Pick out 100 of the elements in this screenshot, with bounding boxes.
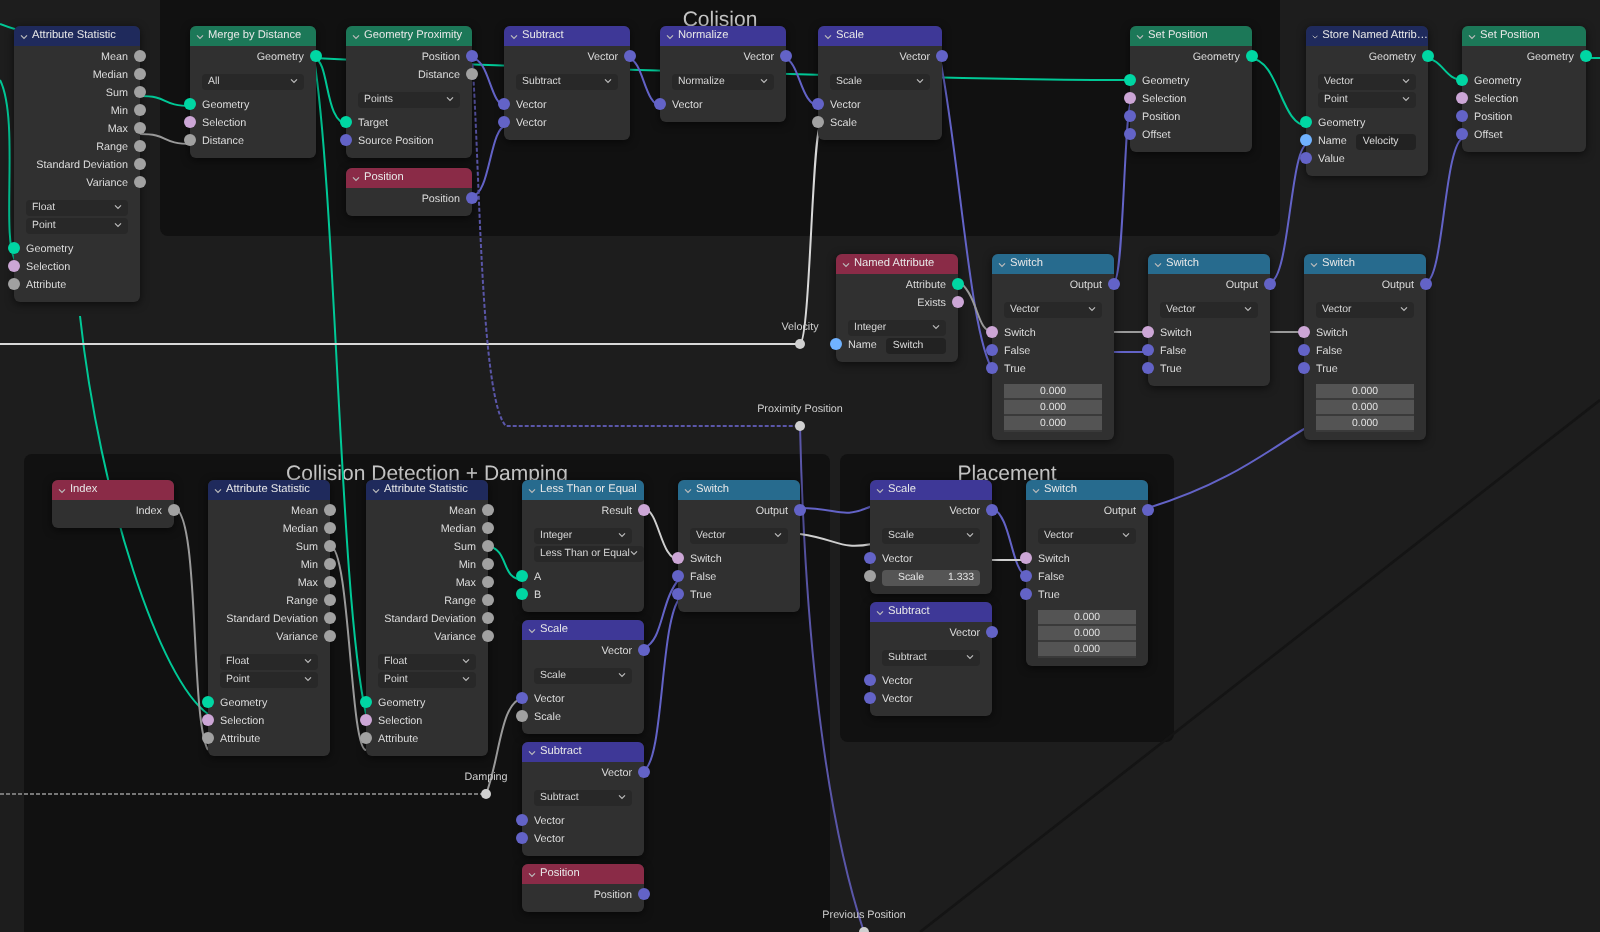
reroute-dot[interactable]	[795, 339, 805, 349]
output-socket[interactable]	[324, 630, 336, 642]
chevron-down-icon	[1400, 306, 1408, 312]
output-socket[interactable]	[168, 504, 180, 516]
chevron-down-icon	[618, 672, 626, 678]
input-socket[interactable]	[830, 338, 842, 350]
output-socket[interactable]	[952, 296, 964, 308]
chevron-down-icon	[966, 532, 974, 538]
output-socket[interactable]	[1422, 50, 1434, 62]
chevron-down-icon	[528, 487, 536, 493]
chevron-down-icon	[528, 627, 536, 633]
chevron-down-icon	[510, 33, 518, 39]
chevron-down-icon	[352, 175, 360, 181]
output-socket[interactable]	[134, 122, 146, 134]
output-socket[interactable]	[638, 504, 650, 516]
chevron-down-icon	[618, 532, 626, 538]
input-socket[interactable]	[986, 326, 998, 338]
output-socket[interactable]	[134, 176, 146, 188]
output-socket[interactable]	[134, 158, 146, 170]
output-socket[interactable]	[482, 522, 494, 534]
chevron-down-icon	[196, 33, 204, 39]
input-socket[interactable]	[986, 362, 998, 374]
reroute-dot[interactable]	[481, 789, 491, 799]
output-socket[interactable]	[482, 504, 494, 516]
output-socket[interactable]	[324, 540, 336, 552]
chevron-down-icon	[304, 676, 312, 682]
output-socket[interactable]	[482, 540, 494, 552]
chevron-down-icon	[114, 222, 122, 228]
chevron-down-icon	[304, 658, 312, 664]
chevron-down-icon	[290, 78, 298, 84]
input-socket[interactable]	[1142, 362, 1154, 374]
chevron-down-icon	[842, 261, 850, 267]
chevron-down-icon	[528, 871, 536, 877]
input-socket[interactable]	[1300, 152, 1312, 164]
output-socket[interactable]	[134, 50, 146, 62]
chevron-down-icon	[1032, 487, 1040, 493]
input-socket[interactable]	[1300, 116, 1312, 128]
chevron-down-icon	[774, 532, 782, 538]
chevron-down-icon	[1402, 78, 1410, 84]
input-socket[interactable]	[1456, 74, 1468, 86]
input-socket[interactable]	[1142, 326, 1154, 338]
output-socket[interactable]	[134, 68, 146, 80]
reroute-dot[interactable]	[795, 421, 805, 431]
output-socket[interactable]	[134, 86, 146, 98]
chevron-down-icon	[916, 78, 924, 84]
output-socket[interactable]	[310, 50, 322, 62]
output-socket[interactable]	[482, 576, 494, 588]
chevron-down-icon	[966, 654, 974, 660]
output-socket[interactable]	[324, 576, 336, 588]
chevron-down-icon	[932, 324, 940, 330]
chevron-down-icon	[876, 609, 884, 615]
input-socket[interactable]	[8, 260, 20, 272]
input-socket[interactable]	[986, 344, 998, 356]
output-socket[interactable]	[324, 558, 336, 570]
output-socket[interactable]	[324, 504, 336, 516]
chevron-down-icon	[1312, 33, 1319, 39]
chevron-down-icon	[604, 78, 612, 84]
chevron-down-icon	[1136, 33, 1144, 39]
chevron-down-icon	[1402, 96, 1410, 102]
output-socket[interactable]	[466, 68, 478, 80]
input-socket[interactable]	[1298, 344, 1310, 356]
input-socket[interactable]	[1456, 92, 1468, 104]
output-socket[interactable]	[482, 630, 494, 642]
input-socket[interactable]	[1456, 128, 1468, 140]
chevron-down-icon	[462, 658, 470, 664]
chevron-down-icon	[446, 96, 454, 102]
input-socket[interactable]	[1300, 134, 1312, 146]
input-socket[interactable]	[1298, 326, 1310, 338]
input-socket[interactable]	[1456, 110, 1468, 122]
output-socket[interactable]	[1580, 50, 1592, 62]
output-socket[interactable]	[952, 278, 964, 290]
chevron-down-icon	[214, 487, 222, 493]
chevron-down-icon	[1310, 261, 1318, 267]
input-socket[interactable]	[8, 278, 20, 290]
chevron-down-icon	[1122, 532, 1130, 538]
chevron-down-icon	[372, 487, 380, 493]
chevron-down-icon	[618, 794, 626, 800]
output-socket[interactable]	[134, 140, 146, 152]
output-socket[interactable]	[324, 594, 336, 606]
output-socket[interactable]	[1246, 50, 1258, 62]
input-socket[interactable]	[1142, 344, 1154, 356]
output-socket[interactable]	[324, 522, 336, 534]
chevron-down-icon	[760, 78, 768, 84]
output-socket[interactable]	[324, 612, 336, 624]
output-socket[interactable]	[134, 104, 146, 116]
output-socket[interactable]	[482, 558, 494, 570]
chevron-down-icon	[20, 33, 28, 39]
chevron-down-icon	[114, 204, 122, 210]
output-socket[interactable]	[482, 594, 494, 606]
chevron-down-icon	[824, 33, 832, 39]
chevron-down-icon	[528, 749, 536, 755]
chevron-down-icon	[1244, 306, 1252, 312]
input-socket[interactable]	[8, 242, 20, 254]
chevron-down-icon	[629, 550, 638, 556]
chevron-down-icon	[684, 487, 692, 493]
chevron-down-icon	[1154, 261, 1162, 267]
output-socket[interactable]	[482, 612, 494, 624]
chevron-down-icon	[58, 487, 66, 493]
chevron-down-icon	[998, 261, 1006, 267]
input-socket[interactable]	[1298, 362, 1310, 374]
